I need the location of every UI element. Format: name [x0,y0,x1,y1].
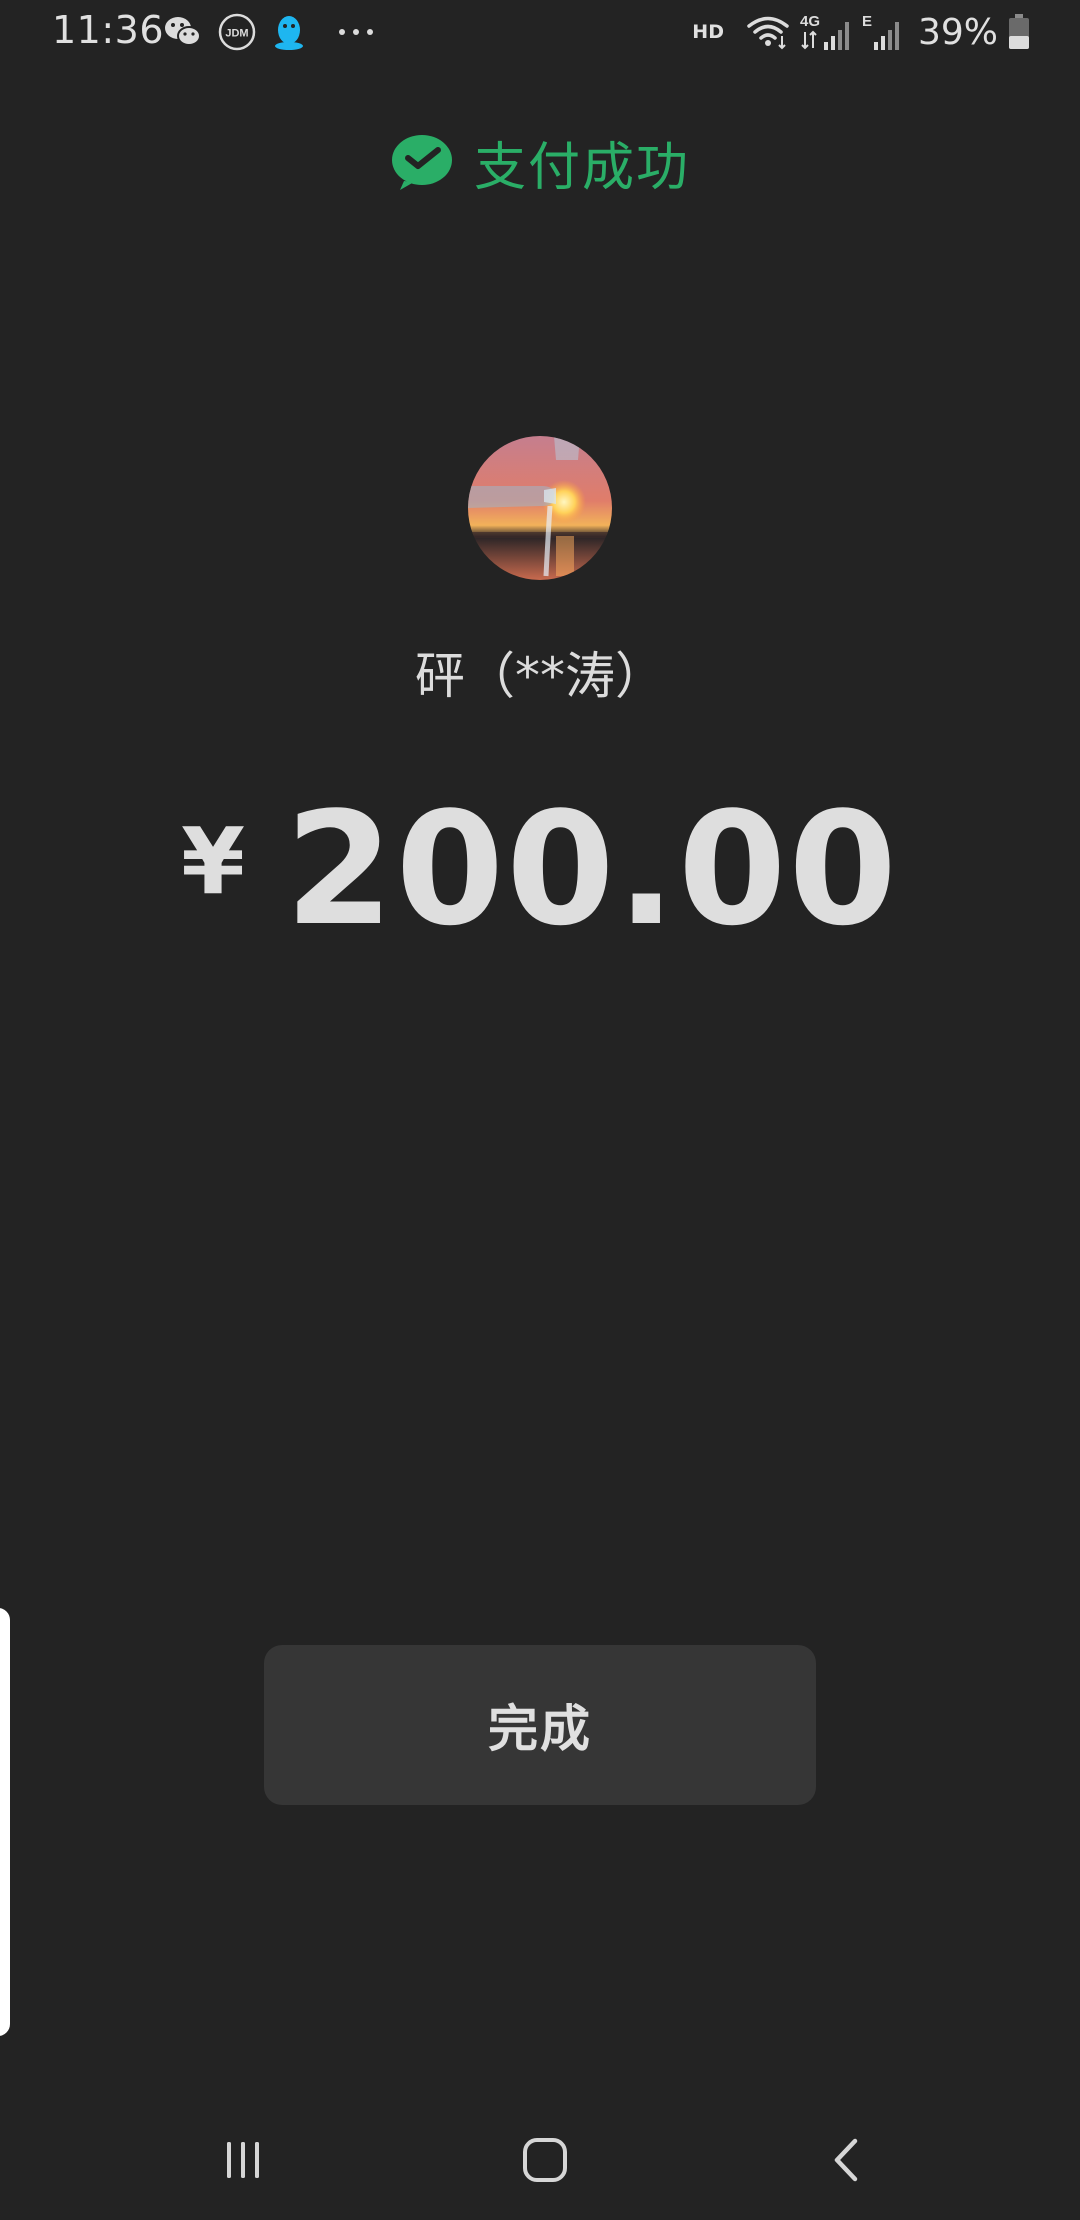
done-button-label: 完成 [488,1700,592,1758]
battery-percent: 39% [917,11,998,53]
home-button[interactable] [485,2110,605,2210]
payment-success-header: 支付成功 [0,124,1080,200]
navigation-bar [0,2110,1080,2220]
jdm-label: JDM [225,28,248,40]
page-title: 支付成功 [473,137,690,198]
signal-e-icon: E [862,13,899,50]
wechat-pay-check-icon [391,135,452,190]
currency-symbol: ¥ [180,807,245,915]
network-e-label: E [862,13,872,30]
recents-icon [227,2142,259,2178]
back-button[interactable] [786,2110,906,2210]
wechat-icon [165,17,201,46]
network-4g-label: 4G [800,13,820,30]
battery-icon [1009,14,1029,49]
amount-value: 200.00 [285,778,899,960]
status-bar: 11:36 JDM HD 4G E 39% [0,0,1080,66]
qq-icon [275,16,303,50]
home-icon [523,2138,567,2182]
payment-amount: ¥ 200.00 [0,778,1080,960]
jdm-icon: JDM [218,13,256,51]
wifi-icon [747,16,789,50]
avatar [468,436,612,580]
notification-icons: JDM [164,12,376,52]
done-button[interactable]: 完成 [264,1645,816,1805]
payee-name: 砰（**涛） [415,647,665,705]
more-dots-icon [339,29,373,35]
edge-panel-handle[interactable] [0,1608,10,2036]
hd-label: HD [692,21,724,43]
back-icon [834,2138,858,2182]
signal-4g-icon: 4G [800,13,849,50]
recents-button[interactable] [183,2110,303,2210]
status-time: 11:36 [52,8,165,52]
system-status: HD 4G E 39% [692,10,1030,54]
sunset-bottle-avatar [468,436,612,580]
